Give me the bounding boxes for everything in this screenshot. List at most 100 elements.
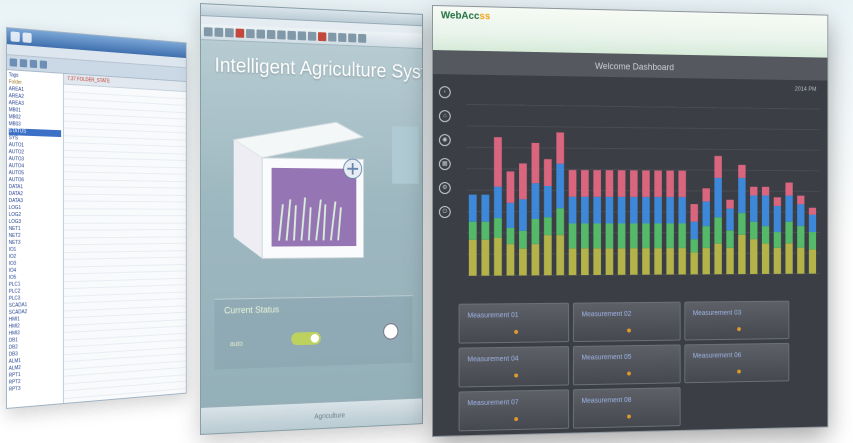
bar-segment-series-3[interactable] bbox=[556, 163, 565, 209]
bar-segment-series-2[interactable] bbox=[750, 221, 758, 240]
bar-segment-series-2[interactable] bbox=[531, 218, 540, 245]
tool-icon[interactable] bbox=[39, 60, 47, 69]
tool-icon[interactable] bbox=[287, 30, 296, 40]
measurement-tile[interactable]: Measurement 03 bbox=[684, 300, 790, 341]
bar-segment-series-4[interactable] bbox=[581, 170, 589, 197]
bar-segment-series-2[interactable] bbox=[617, 223, 626, 249]
bar-segment-series-3[interactable] bbox=[568, 196, 577, 224]
bar-segment-series-3[interactable] bbox=[617, 196, 626, 224]
bar-segment-series-3[interactable] bbox=[605, 196, 614, 224]
bar-segment-series-1[interactable] bbox=[617, 248, 626, 275]
bar-segment-series-2[interactable] bbox=[468, 221, 477, 240]
bar-segment-series-1[interactable] bbox=[481, 239, 490, 276]
grid-row[interactable] bbox=[63, 208, 186, 217]
mode-toggle[interactable] bbox=[291, 331, 321, 346]
bar-segment-series-4[interactable] bbox=[494, 137, 502, 187]
bar-segment-series-3[interactable] bbox=[531, 183, 540, 219]
bar-segment-series-4[interactable] bbox=[519, 163, 527, 200]
bar-segment-series-1[interactable] bbox=[761, 243, 770, 274]
bar-segment-series-3[interactable] bbox=[702, 201, 710, 227]
bar-segment-series-1[interactable] bbox=[702, 247, 710, 275]
bar-segment-series-2[interactable] bbox=[738, 212, 746, 235]
bar-segment-series-3[interactable] bbox=[785, 195, 793, 222]
bar-segment-series-4[interactable] bbox=[678, 170, 686, 198]
bar-segment-series-2[interactable] bbox=[543, 217, 552, 236]
tool-icon[interactable] bbox=[358, 33, 367, 43]
bar-segment-series-3[interactable] bbox=[593, 196, 601, 224]
bar-segment-series-4[interactable] bbox=[797, 195, 805, 205]
bar-segment-series-4[interactable] bbox=[666, 170, 674, 198]
bar-segment-series-1[interactable] bbox=[468, 239, 477, 276]
bar-segment-series-3[interactable] bbox=[630, 196, 638, 224]
bar-segment-series-3[interactable] bbox=[808, 214, 817, 233]
bar-segment-series-2[interactable] bbox=[506, 227, 515, 245]
bar-segment-series-3[interactable] bbox=[519, 199, 527, 231]
bar-segment-series-3[interactable] bbox=[678, 197, 686, 224]
tag-tree[interactable]: Tags Folder AREA1 AREA2 AREA3 MB01 MB02 MB03 STA… bbox=[6, 70, 64, 409]
user-icon[interactable]: ◉ bbox=[438, 134, 451, 147]
tool-icon[interactable] bbox=[348, 33, 357, 43]
tool-icon[interactable] bbox=[19, 58, 28, 68]
back-icon[interactable]: ‹ bbox=[438, 86, 451, 99]
tool-icon[interactable] bbox=[235, 28, 245, 38]
bar-segment-series-2[interactable] bbox=[678, 223, 686, 249]
bar-segment-series-3[interactable] bbox=[494, 186, 502, 219]
tool-icon[interactable] bbox=[297, 31, 307, 41]
bar-segment-series-3[interactable] bbox=[738, 177, 746, 213]
bar-segment-series-4[interactable] bbox=[785, 182, 793, 196]
tool-icon[interactable] bbox=[277, 30, 286, 40]
bar-segment-series-4[interactable] bbox=[750, 186, 758, 196]
power-icon[interactable]: ⏻ bbox=[438, 206, 451, 219]
bar-segment-series-2[interactable] bbox=[773, 232, 781, 248]
bar-segment-series-2[interactable] bbox=[494, 218, 502, 238]
bar-segment-series-1[interactable] bbox=[494, 237, 502, 276]
bar-segment-series-2[interactable] bbox=[726, 230, 734, 248]
tree-item[interactable]: LOG2 bbox=[9, 212, 61, 219]
measurement-tile[interactable]: Measurement 02 bbox=[572, 301, 681, 343]
bar-segment-series-1[interactable] bbox=[642, 248, 650, 275]
bar-segment-series-3[interactable] bbox=[714, 177, 722, 218]
bar-segment-series-2[interactable] bbox=[808, 232, 817, 250]
bar-segment-series-1[interactable] bbox=[690, 252, 698, 275]
bar-segment-series-2[interactable] bbox=[702, 226, 710, 248]
bar-segment-series-3[interactable] bbox=[506, 202, 515, 228]
bar-segment-series-2[interactable] bbox=[797, 225, 805, 248]
tool-icon[interactable] bbox=[246, 29, 255, 39]
tool-icon[interactable] bbox=[328, 32, 337, 42]
bar-segment-series-1[interactable] bbox=[797, 247, 805, 274]
bar-segment-series-1[interactable] bbox=[808, 249, 817, 274]
bar-segment-series-4[interactable] bbox=[506, 171, 515, 203]
bar-segment-series-4[interactable] bbox=[714, 155, 722, 178]
bar-segment-series-4[interactable] bbox=[738, 164, 746, 179]
bar-segment-series-4[interactable] bbox=[726, 199, 734, 209]
bar-segment-series-2[interactable] bbox=[519, 230, 527, 249]
bar-segment-series-4[interactable] bbox=[702, 188, 710, 202]
bar-segment-series-2[interactable] bbox=[568, 223, 577, 249]
bar-segment-series-2[interactable] bbox=[666, 223, 674, 249]
bar-segment-series-4[interactable] bbox=[690, 204, 698, 222]
bar-segment-series-1[interactable] bbox=[726, 247, 734, 275]
bar-segment-series-1[interactable] bbox=[605, 248, 614, 275]
bar-segment-series-1[interactable] bbox=[678, 248, 686, 275]
bar-segment-series-4[interactable] bbox=[543, 159, 552, 186]
settings-icon[interactable]: ⚙ bbox=[438, 182, 451, 195]
bar-segment-series-3[interactable] bbox=[543, 185, 552, 218]
measurement-tile[interactable]: Measurement 06 bbox=[684, 342, 790, 384]
bar-segment-series-3[interactable] bbox=[726, 208, 734, 231]
bar-segment-series-3[interactable] bbox=[654, 196, 662, 224]
bar-segment-series-4[interactable] bbox=[808, 207, 817, 215]
bar-segment-series-4[interactable] bbox=[605, 170, 614, 197]
measurement-tile[interactable]: Measurement 04 bbox=[458, 346, 570, 388]
bar-segment-series-1[interactable] bbox=[543, 235, 552, 276]
measurement-tile[interactable]: Measurement 05 bbox=[572, 344, 681, 386]
bar-segment-series-3[interactable] bbox=[666, 196, 674, 224]
bar-segment-series-2[interactable] bbox=[654, 223, 662, 249]
bar-segment-series-4[interactable] bbox=[617, 170, 626, 197]
tool-icon[interactable] bbox=[203, 27, 213, 37]
bar-segment-series-1[interactable] bbox=[666, 248, 674, 275]
bar-segment-series-1[interactable] bbox=[738, 234, 746, 275]
bar-segment-series-4[interactable] bbox=[761, 186, 770, 196]
bar-segment-series-1[interactable] bbox=[654, 248, 662, 275]
tool-icon[interactable] bbox=[29, 59, 38, 69]
tool-icon[interactable] bbox=[225, 28, 234, 38]
